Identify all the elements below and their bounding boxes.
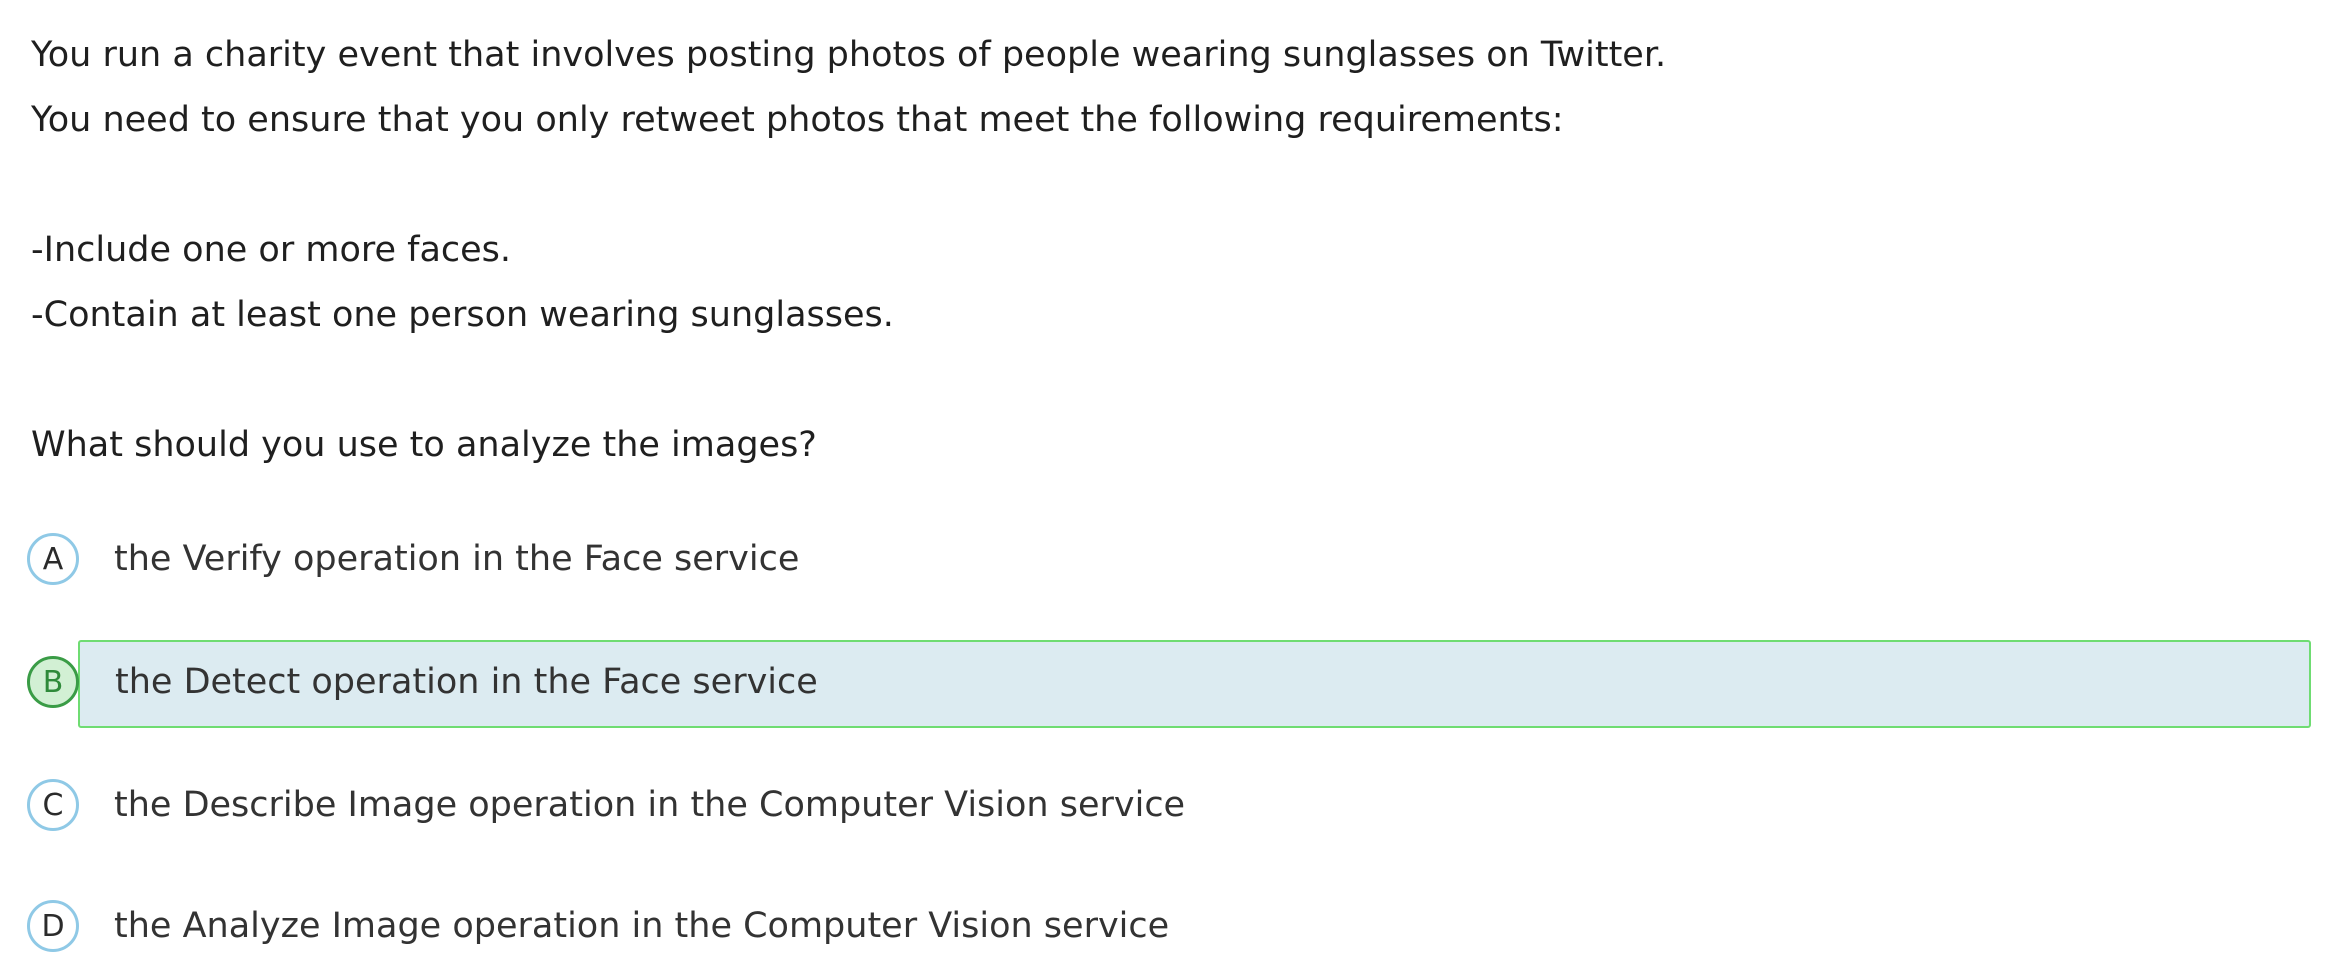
question-line-1: You run a charity event that involves po… bbox=[31, 35, 1667, 75]
option-b-letter-badge[interactable]: B bbox=[27, 656, 79, 708]
option-b[interactable]: B the Detect operation in the Face servi… bbox=[26, 640, 2311, 728]
option-d-letter-badge[interactable]: D bbox=[27, 900, 79, 952]
option-a-letter-badge[interactable]: A bbox=[27, 533, 79, 585]
option-b-text[interactable]: the Detect operation in the Face service bbox=[115, 660, 818, 704]
requirement-2: -Contain at least one person wearing sun… bbox=[31, 295, 894, 335]
option-c-letter-badge[interactable]: C bbox=[27, 779, 79, 831]
requirement-1: -Include one or more faces. bbox=[31, 230, 512, 270]
question-line-2: You need to ensure that you only retweet… bbox=[31, 100, 1564, 140]
option-c[interactable]: C the Describe Image operation in the Co… bbox=[26, 763, 2311, 851]
option-d[interactable]: D the Analyze Image operation in the Com… bbox=[26, 884, 2311, 972]
option-d-text[interactable]: the Analyze Image operation in the Compu… bbox=[114, 904, 1169, 948]
option-c-text[interactable]: the Describe Image operation in the Comp… bbox=[114, 783, 1185, 827]
option-a[interactable]: A the Verify operation in the Face servi… bbox=[26, 517, 2311, 605]
question-prompt: What should you use to analyze the image… bbox=[31, 425, 817, 465]
option-a-text[interactable]: the Verify operation in the Face service bbox=[114, 537, 799, 581]
